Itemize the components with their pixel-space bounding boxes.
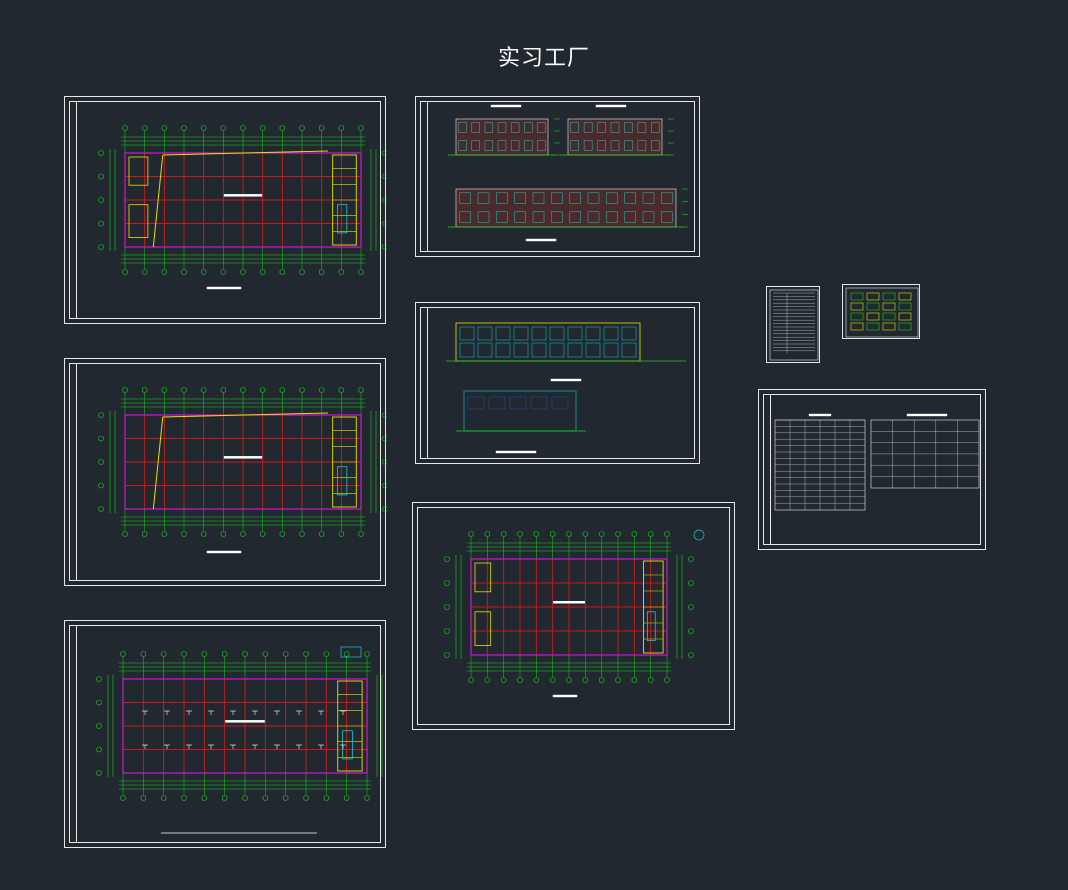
elevation-drawing [448, 104, 688, 242]
sheet-detail[interactable] [842, 284, 920, 339]
drawing-title: 实习工厂 [497, 46, 590, 71]
sheet-floor-plan-variant[interactable] [412, 502, 735, 730]
index-table-drawing [769, 289, 819, 361]
section-drawing [446, 322, 686, 454]
sheet-schedule[interactable] [758, 389, 986, 550]
sheet-elevations-sections[interactable] [415, 302, 700, 464]
floor-plan-drawing [98, 387, 387, 554]
sheet-ground-floor-plan[interactable] [64, 96, 387, 324]
sheet-elevations-a[interactable] [415, 96, 700, 257]
floor-plan-drawing [98, 125, 387, 290]
sheet-index[interactable] [766, 286, 820, 363]
schedule-table-drawing [774, 413, 980, 511]
roof-plan-drawing [96, 646, 383, 834]
detail-drawing [845, 287, 919, 338]
sheet-second-floor-plan[interactable] [64, 358, 387, 586]
floor-plan-drawing [444, 529, 705, 698]
sheet-roof-plan[interactable] [64, 620, 386, 848]
